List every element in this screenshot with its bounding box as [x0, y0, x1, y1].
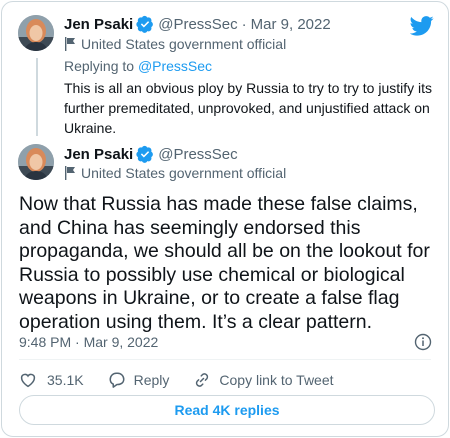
parent-tweet-text: This is all an obvious ploy by Russia to… — [64, 80, 433, 136]
reply-button[interactable]: Reply — [108, 371, 170, 389]
tweet-embed-card: Jen Psaki @PressSec · Mar 9, 2022 United… — [1, 1, 449, 437]
like-count: 35.1K — [47, 372, 84, 388]
flag-icon — [65, 37, 75, 51]
tweet-date[interactable]: Mar 9, 2022 — [251, 16, 331, 33]
reply-label: Reply — [133, 372, 170, 388]
main-author-row: Jen Psaki @PressSec — [64, 145, 238, 163]
read-replies-button[interactable]: Read 4K replies — [19, 395, 435, 425]
heart-icon — [20, 373, 36, 388]
avatar-photo — [18, 15, 54, 51]
speech-bubble-icon — [109, 372, 125, 388]
verified-badge-icon — [136, 145, 154, 163]
parent-author-row: Jen Psaki @PressSec · Mar 9, 2022 — [64, 15, 331, 33]
account-label-text: United States government official — [81, 165, 287, 181]
flag-icon — [65, 166, 75, 180]
avatar[interactable] — [18, 15, 54, 51]
replying-to: Replying to @PressSec — [64, 58, 212, 74]
thread-connector-line — [36, 58, 38, 136]
account-label-text: United States government official — [81, 36, 287, 52]
author-handle[interactable]: @PressSec — [158, 146, 237, 163]
author-handle[interactable]: @PressSec — [158, 16, 237, 33]
replying-prefix: Replying to — [64, 58, 135, 74]
separator-dot: · — [241, 15, 247, 33]
replying-mention-link[interactable]: @PressSec — [138, 58, 212, 74]
account-label: United States government official — [64, 36, 286, 52]
main-tweet-text: Now that Russia has made these false cla… — [19, 193, 430, 333]
link-icon — [196, 373, 209, 387]
avatar[interactable] — [18, 144, 54, 180]
tweet-timestamp[interactable]: 9:48 PM · Mar 9, 2022 — [19, 334, 158, 350]
author-display-name[interactable]: Jen Psaki — [64, 146, 133, 163]
copy-link-button[interactable]: Copy link to Tweet — [193, 371, 334, 389]
account-label: United States government official — [64, 165, 286, 181]
verified-badge-icon — [136, 15, 154, 33]
avatar-photo — [18, 144, 54, 180]
like-button[interactable]: 35.1K — [19, 371, 84, 389]
info-icon[interactable] — [414, 333, 432, 351]
tweet-actions: 35.1K Reply Copy link to Tweet — [19, 370, 334, 390]
copy-link-label: Copy link to Tweet — [219, 372, 334, 388]
divider — [19, 359, 431, 360]
twitter-bird-icon[interactable] — [410, 16, 434, 36]
author-display-name[interactable]: Jen Psaki — [64, 16, 133, 33]
